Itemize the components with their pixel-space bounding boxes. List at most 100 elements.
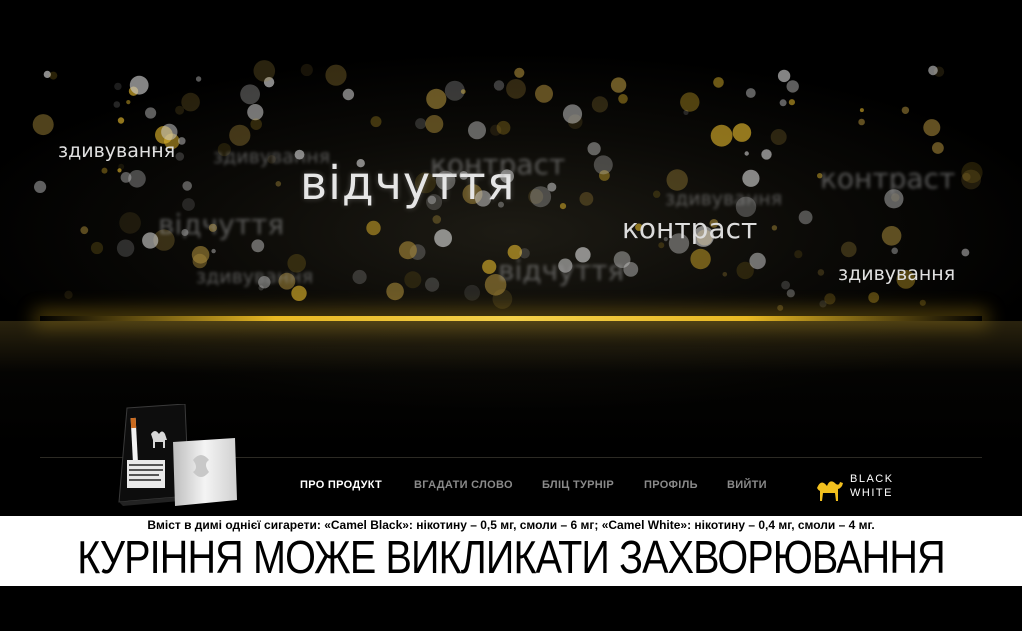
word-kontrast: контраст: [622, 212, 758, 245]
bokeh-light: [464, 284, 480, 301]
nav-item-vgadaty-slovo[interactable]: ВГАДАТИ СЛОВО: [414, 479, 513, 491]
bokeh-light: [352, 269, 367, 285]
bokeh-light: [247, 104, 264, 121]
bokeh-light: [547, 182, 557, 192]
bokeh-light: [690, 248, 711, 270]
bokeh-light: [623, 262, 639, 277]
bokeh-light: [101, 167, 108, 174]
bokeh-light: [182, 181, 192, 191]
bokeh-light: [587, 142, 601, 156]
bokeh-light: [562, 104, 583, 124]
bokeh-light: [559, 203, 567, 210]
bokeh-light: [161, 123, 178, 141]
bokeh-light: [181, 92, 200, 112]
bokeh-light: [579, 192, 594, 206]
nav-item-vyity[interactable]: ВИЙТИ: [727, 479, 767, 491]
bokeh-light: [300, 63, 313, 77]
bokeh-light: [858, 118, 865, 126]
product-packs-image: [118, 404, 237, 506]
bokeh-light: [425, 277, 440, 292]
bokeh-light: [535, 84, 553, 103]
bokeh-light: [961, 161, 983, 184]
bokeh-light: [178, 137, 186, 145]
bokeh-light: [928, 65, 938, 76]
bokeh-light: [713, 77, 724, 88]
bokeh-light: [859, 108, 864, 113]
bokeh-light: [901, 106, 910, 115]
word-vidchuttia-blurred: відчуття: [498, 254, 625, 287]
bokeh-light: [653, 190, 661, 198]
bokeh-light: [90, 241, 104, 255]
bokeh-light: [119, 212, 141, 234]
nav-item-pro-produkt[interactable]: ПРО ПРОДУКТ: [300, 479, 382, 491]
bokeh-light: [781, 280, 790, 290]
bokeh-light: [744, 151, 749, 156]
bokeh-light: [398, 241, 417, 260]
bokeh-light: [116, 239, 135, 257]
bokeh-light: [841, 241, 857, 258]
bokeh-light: [798, 210, 813, 225]
health-warning-text: КУРІННЯ МОЖЕ ВИКЛИКАТИ ЗАХВОРЮВАННЯ НА Р…: [77, 531, 945, 631]
bokeh-light: [794, 250, 803, 259]
bokeh-light: [618, 94, 628, 104]
bokeh-light: [126, 100, 131, 105]
bokeh-light: [482, 259, 497, 274]
bokeh-light: [432, 215, 442, 224]
bokeh-light: [786, 80, 799, 93]
health-warning-banner: Вміст в димі однієї сигарети: «Camel Bla…: [0, 516, 1022, 629]
bokeh-light: [593, 155, 613, 175]
bokeh-light: [325, 64, 347, 86]
bokeh-light: [745, 88, 756, 98]
word-kontrast-blurred: контраст: [430, 148, 566, 181]
bokeh-light: [786, 289, 795, 298]
word-zdyvuvannia: здивування: [58, 140, 176, 162]
bokeh-light: [195, 76, 202, 82]
bokeh-light: [932, 142, 944, 154]
bokeh-light: [923, 119, 941, 137]
bokeh-light: [275, 181, 282, 187]
bokeh-light: [386, 282, 404, 301]
bokeh-light: [610, 77, 627, 93]
bokeh-light: [120, 172, 132, 183]
bokeh-light: [919, 299, 926, 306]
bokeh-light: [710, 124, 733, 147]
bokeh-light: [251, 239, 265, 253]
bokeh-light: [175, 152, 185, 161]
bokeh-light: [240, 84, 260, 105]
bokeh-light: [777, 69, 791, 83]
bokeh-light: [496, 120, 511, 135]
bokeh-light: [253, 60, 276, 82]
bokeh-light: [771, 225, 778, 231]
bokeh-light: [444, 80, 465, 101]
bokeh-light: [891, 247, 898, 255]
nav-item-profil[interactable]: ПРОФІЛЬ: [644, 479, 698, 491]
bokeh-light: [64, 290, 73, 299]
bokeh-light: [145, 107, 157, 119]
bokeh-light: [881, 226, 902, 246]
bokeh-light: [425, 115, 444, 133]
bokeh-light: [868, 292, 880, 303]
bokeh-light: [32, 114, 54, 136]
bokeh-light: [732, 123, 752, 142]
bokeh-light: [114, 82, 122, 91]
bokeh-light: [817, 269, 825, 276]
bokeh-light: [468, 121, 486, 140]
bokeh-light: [250, 118, 262, 130]
bokeh-light: [34, 180, 47, 193]
bokeh-light: [426, 88, 447, 109]
bokeh-light: [370, 116, 382, 128]
camel-icon: [817, 481, 843, 501]
nav-item-blits-turnir[interactable]: БЛІЦ ТУРНІР: [542, 479, 614, 491]
word-vidchuttia-blurred: відчуття: [158, 208, 285, 241]
word-zdyvuvannia: здивування: [838, 263, 956, 285]
bokeh-light: [49, 71, 58, 80]
bokeh-light: [342, 88, 355, 101]
bokeh-light: [366, 220, 381, 236]
bokeh-light: [404, 271, 422, 289]
bokeh-light: [749, 252, 766, 270]
bokeh-light: [761, 149, 772, 160]
bokeh-light: [742, 169, 760, 187]
bokeh-light: [191, 246, 210, 264]
bokeh-light: [788, 99, 796, 106]
logo-white-text: WHITE: [850, 487, 893, 499]
